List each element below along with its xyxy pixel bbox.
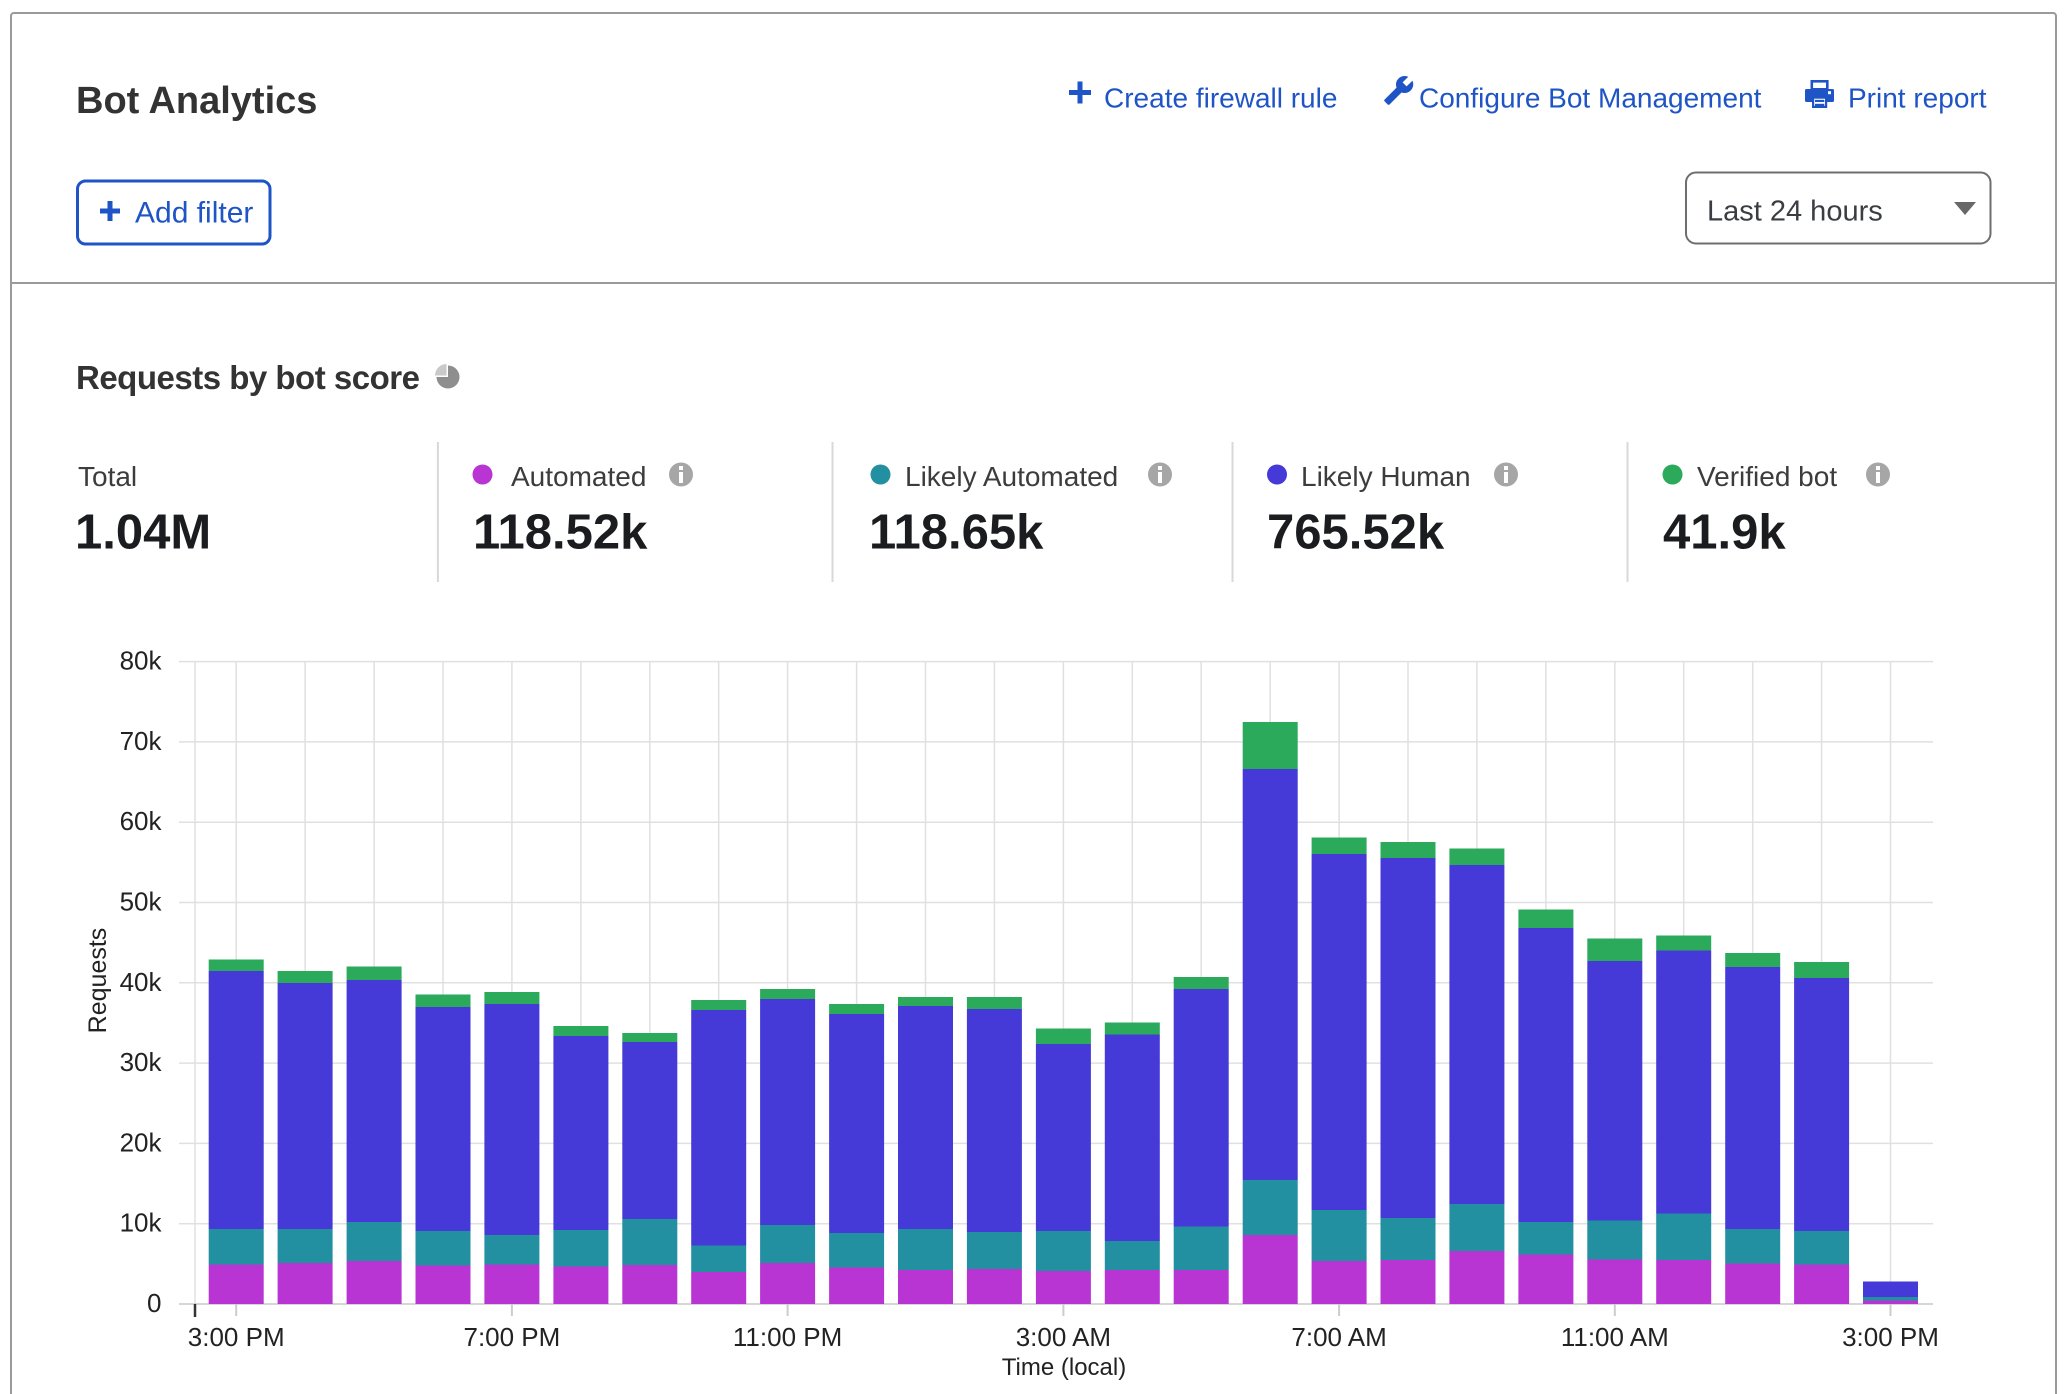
svg-text:Total: Total [78,461,137,492]
svg-text:118.65k: 118.65k [869,506,1044,560]
svg-text:Requests by bot score: Requests by bot score [76,359,420,396]
svg-text:118.52k: 118.52k [473,506,648,560]
svg-text:30k: 30k [120,1047,163,1077]
svg-text:7:00 PM: 7:00 PM [463,1322,560,1352]
svg-text:3:00 AM: 3:00 AM [1016,1322,1111,1352]
svg-text:60k: 60k [120,806,163,836]
svg-text:Create firewall rule: Create firewall rule [1104,83,1337,114]
svg-text:10k: 10k [120,1208,163,1238]
svg-text:Last 24 hours: Last 24 hours [1707,196,1883,228]
svg-text:Time (local): Time (local) [1002,1354,1126,1381]
svg-text:40k: 40k [120,967,163,997]
svg-text:Likely Human: Likely Human [1301,461,1471,492]
svg-text:20k: 20k [120,1127,163,1157]
svg-text:7:00 AM: 7:00 AM [1291,1322,1386,1352]
svg-text:3:00 PM: 3:00 PM [1842,1322,1939,1352]
svg-text:Bot Analytics: Bot Analytics [76,80,317,122]
svg-text:0: 0 [147,1288,161,1318]
svg-text:11:00 PM: 11:00 PM [733,1322,842,1352]
svg-text:765.52k: 765.52k [1267,506,1445,560]
svg-text:Automated: Automated [511,461,646,492]
svg-text:Configure Bot Management: Configure Bot Management [1419,83,1762,114]
svg-text:Requests: Requests [84,928,112,1034]
svg-text:3:00 PM: 3:00 PM [188,1322,285,1352]
svg-text:50k: 50k [120,887,163,917]
svg-text:Print report: Print report [1848,83,1987,114]
svg-text:11:00 AM: 11:00 AM [1561,1322,1669,1352]
svg-text:70k: 70k [120,726,163,756]
svg-text:1.04M: 1.04M [75,506,211,560]
svg-text:Verified bot: Verified bot [1697,461,1837,492]
svg-text:Likely Automated: Likely Automated [905,461,1118,492]
svg-text:41.9k: 41.9k [1663,506,1786,560]
svg-text:80k: 80k [120,646,163,676]
svg-text:Add filter: Add filter [135,197,253,230]
